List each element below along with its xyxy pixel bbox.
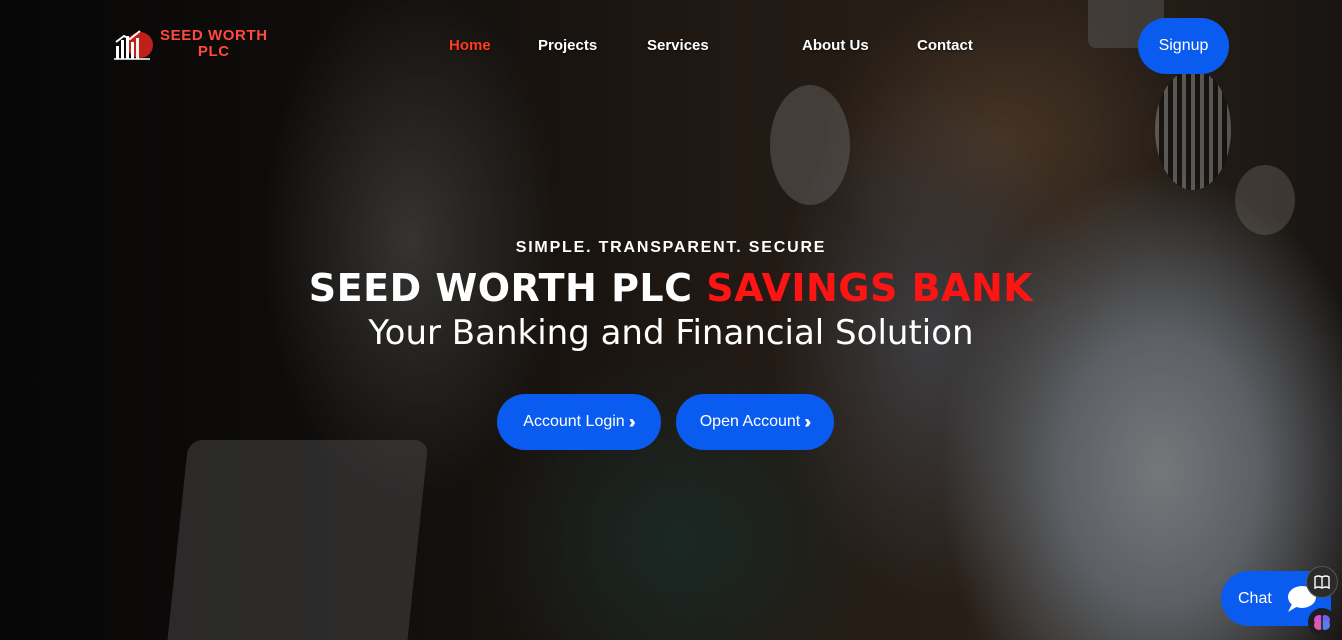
account-login-label: Account Login bbox=[523, 413, 625, 430]
brain-icon[interactable] bbox=[1308, 608, 1336, 636]
nav-contact[interactable]: Contact bbox=[917, 37, 973, 54]
book-icon[interactable] bbox=[1306, 566, 1338, 598]
headline-accent: SAVINGS BANK bbox=[706, 266, 1034, 310]
double-chevron-right-icon: ›› bbox=[804, 411, 811, 432]
hero-tagline: SIMPLE. TRANSPARENT. SECURE bbox=[515, 239, 827, 256]
chat-label: Chat bbox=[1238, 589, 1272, 607]
nav-about-us[interactable]: About Us bbox=[802, 37, 869, 54]
open-account-button[interactable]: Open Account ›› bbox=[676, 394, 834, 450]
double-chevron-right-icon: ›› bbox=[628, 411, 636, 432]
signup-button[interactable]: Signup bbox=[1138, 18, 1229, 74]
nav-projects[interactable]: Projects bbox=[538, 37, 597, 54]
nav-home[interactable]: Home bbox=[449, 37, 491, 54]
nav-services[interactable]: Services bbox=[647, 37, 709, 54]
open-account-label: Open Account bbox=[699, 413, 801, 430]
hero-headline: SEED WORTH PLC SAVINGS BANK bbox=[0, 266, 1342, 310]
account-login-button[interactable]: Account Login ›› bbox=[497, 394, 661, 450]
headline-main: SEED WORTH PLC bbox=[308, 266, 693, 310]
hero-subline: Your Banking and Financial Solution bbox=[368, 313, 974, 353]
